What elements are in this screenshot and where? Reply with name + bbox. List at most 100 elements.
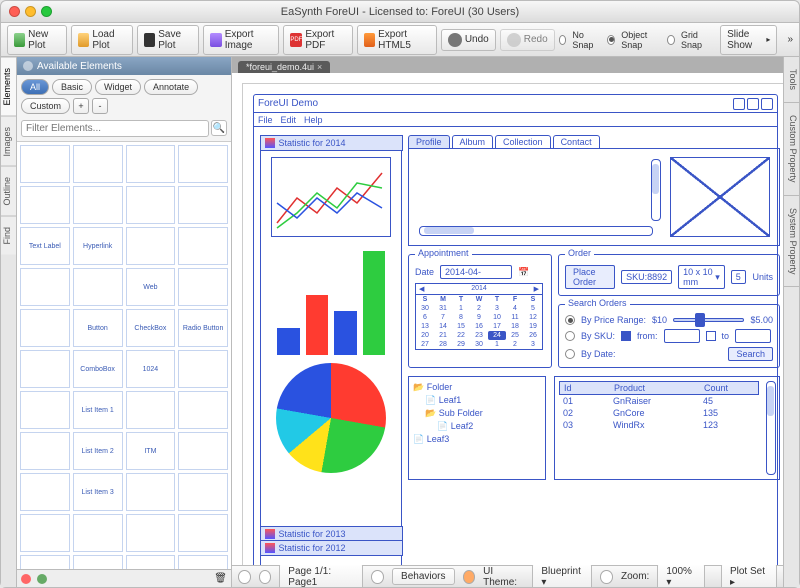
tab-custom-property[interactable]: Custom Property <box>784 103 799 196</box>
plot-set-button[interactable]: Plot Set ▸ <box>721 563 777 588</box>
palette-item[interactable] <box>178 350 228 388</box>
redo-button[interactable]: Redo <box>500 29 555 51</box>
close-icon[interactable] <box>9 6 20 17</box>
palette-item[interactable] <box>126 514 176 552</box>
palette-item[interactable]: List Item 2 <box>73 432 123 470</box>
tab-system-property[interactable]: System Property <box>784 196 799 288</box>
canvas[interactable]: ForeUI Demo FileEditHelp Statistic for 2… <box>232 73 783 565</box>
palette-item[interactable] <box>20 473 70 511</box>
palette-item[interactable] <box>178 186 228 224</box>
calendar[interactable]: ◀2014▶ SMTWTFS30311234567891011121314151… <box>415 283 543 350</box>
table-scrollbar-icon[interactable] <box>766 381 776 475</box>
elements-grid[interactable]: Text LabelHyperlinkWebButtonCheckBoxRadi… <box>17 141 231 569</box>
tab-elements[interactable]: Elements <box>1 57 16 116</box>
palette-item[interactable] <box>20 555 70 569</box>
tab-album[interactable]: Album <box>452 135 494 148</box>
close-tab-icon[interactable]: × <box>317 62 322 72</box>
size-select[interactable]: 10 x 10 mm ▾ <box>678 265 725 289</box>
palette-item[interactable] <box>20 186 70 224</box>
remove-category-button[interactable]: - <box>92 98 108 114</box>
date-field[interactable]: 2014-04- <box>440 265 512 279</box>
nav-first-icon[interactable] <box>238 570 251 584</box>
palette-item[interactable] <box>73 145 123 183</box>
palette-item[interactable]: List Item 1 <box>73 391 123 429</box>
by-date-radio[interactable] <box>565 349 575 359</box>
export-pdf-button[interactable]: PDFExport PDF <box>283 25 353 55</box>
mockup-window[interactable]: ForeUI Demo FileEditHelp Statistic for 2… <box>253 94 778 565</box>
overflow-icon[interactable]: » <box>787 34 793 45</box>
palette-item[interactable]: ComboBox <box>73 350 123 388</box>
table-row[interactable]: 01GnRaiser45 <box>559 395 759 407</box>
zoom-select[interactable]: 100% ▾ <box>657 563 705 588</box>
palette-item[interactable]: List Item 3 <box>73 473 123 511</box>
price-slider[interactable] <box>673 318 744 322</box>
palette-item[interactable]: CheckBox <box>126 309 176 347</box>
object-snap-radio[interactable]: Object Snap <box>607 30 657 50</box>
scrollbar-h-icon[interactable] <box>419 226 653 236</box>
grid-snap-radio[interactable]: Grid Snap <box>667 30 710 50</box>
no-snap-radio[interactable]: No Snap <box>559 30 598 50</box>
undo-button[interactable]: Undo <box>441 29 496 51</box>
palette-item[interactable] <box>178 473 228 511</box>
qty-stepper[interactable]: 5 <box>731 270 747 284</box>
palette-item[interactable] <box>20 309 70 347</box>
palette-item[interactable] <box>20 432 70 470</box>
table-row[interactable]: 03WindRx123 <box>559 419 759 431</box>
table-row[interactable]: 02GnCore135 <box>559 407 759 419</box>
to-field[interactable] <box>735 329 771 343</box>
palette-item[interactable] <box>126 227 176 265</box>
nav-next-icon[interactable] <box>371 570 384 584</box>
tab-collection[interactable]: Collection <box>495 135 551 148</box>
palette-item[interactable] <box>126 186 176 224</box>
profile-tabs[interactable]: Profile Album Collection Contact <box>408 135 780 148</box>
palette-item[interactable] <box>178 432 228 470</box>
new-plot-button[interactable]: New Plot <box>7 25 67 55</box>
page-indicator[interactable]: Page 1/1: Page1 <box>279 563 363 588</box>
accordion[interactable]: Statistic for 2014 <box>260 135 402 565</box>
add-category-button[interactable]: + <box>73 98 89 114</box>
palette-item[interactable]: Button <box>73 309 123 347</box>
palette-item[interactable]: Hyperlink <box>73 227 123 265</box>
tab-contact[interactable]: Contact <box>553 135 600 148</box>
filter-elements-input[interactable] <box>21 120 209 137</box>
palette-item[interactable] <box>126 473 176 511</box>
save-plot-button[interactable]: Save Plot <box>137 25 199 55</box>
product-table[interactable]: IdProductCount 01GnRaiser4502GnCore13503… <box>554 376 780 480</box>
next-icon[interactable]: ▶ <box>534 285 539 293</box>
palette-item[interactable] <box>178 227 228 265</box>
behaviors-button[interactable]: Behaviors <box>392 568 454 585</box>
palette-item[interactable]: 1024 <box>126 350 176 388</box>
filter-widget[interactable]: Widget <box>95 79 141 95</box>
prev-icon[interactable]: ◀ <box>419 285 424 293</box>
from-checkbox[interactable] <box>621 331 631 341</box>
mockup-menubar[interactable]: FileEditHelp <box>254 113 777 127</box>
palette-item[interactable] <box>73 514 123 552</box>
sku-field[interactable]: SKU:8892 <box>621 270 672 284</box>
palette-item[interactable] <box>20 268 70 306</box>
palette-item[interactable] <box>126 555 176 569</box>
search-icon[interactable]: 🔍 <box>211 120 227 136</box>
palette-item[interactable] <box>73 268 123 306</box>
trash-icon[interactable]: 🗑 <box>214 573 227 584</box>
palette-item[interactable] <box>73 186 123 224</box>
minimize-icon[interactable] <box>25 6 36 17</box>
palette-item[interactable] <box>20 145 70 183</box>
palette-item[interactable] <box>126 391 176 429</box>
palette-item[interactable] <box>20 350 70 388</box>
palette-item[interactable] <box>178 391 228 429</box>
by-sku-radio[interactable] <box>565 331 575 341</box>
palette-item[interactable]: Web <box>126 268 176 306</box>
nav-prev-icon[interactable] <box>259 570 272 584</box>
tab-tools[interactable]: Tools <box>784 57 799 103</box>
palette-item[interactable] <box>126 145 176 183</box>
export-html5-button[interactable]: Export HTML5 <box>357 25 437 55</box>
palette-item[interactable] <box>178 145 228 183</box>
to-checkbox[interactable] <box>706 331 716 341</box>
palette-item[interactable]: Radio Button <box>178 309 228 347</box>
palette-item[interactable] <box>20 514 70 552</box>
filter-all[interactable]: All <box>21 79 49 95</box>
load-plot-button[interactable]: Load Plot <box>71 25 133 55</box>
filter-custom[interactable]: Custom <box>21 98 70 114</box>
scrollbar-v-icon[interactable] <box>651 159 661 221</box>
palette-item[interactable] <box>73 555 123 569</box>
